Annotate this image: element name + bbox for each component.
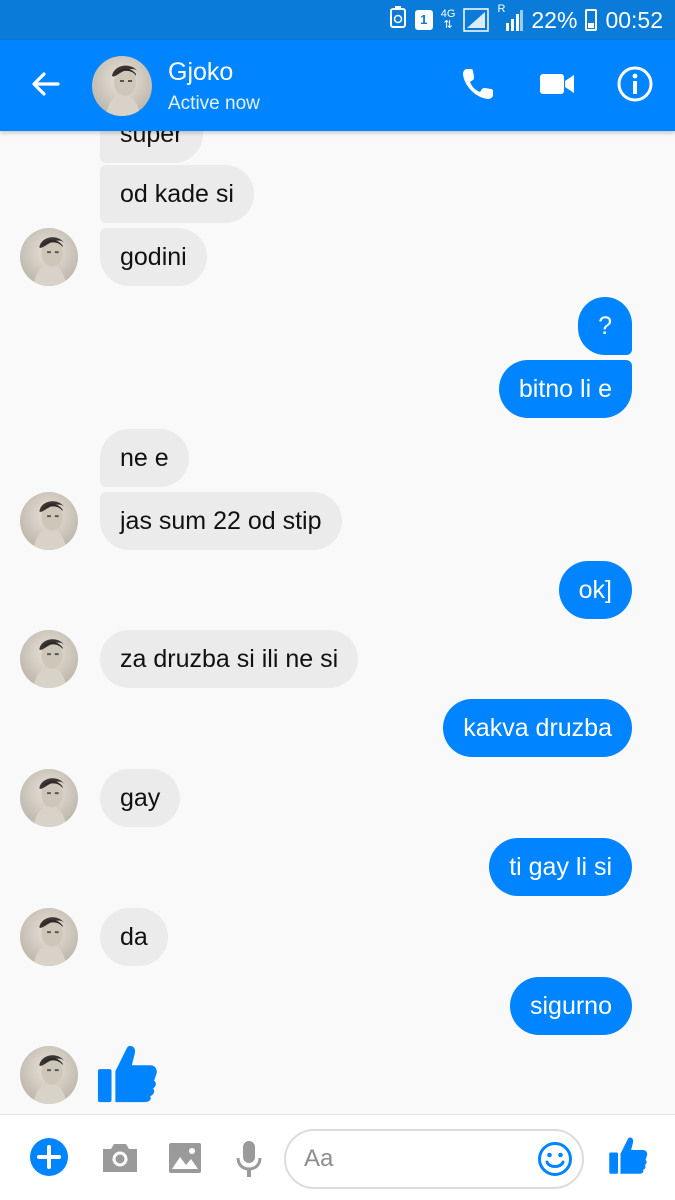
contact-avatar[interactable] (20, 769, 78, 827)
contact-avatar[interactable] (20, 908, 78, 966)
incoming-message[interactable]: super (100, 131, 203, 163)
message-list[interactable]: super od kade si godini ? bitno li e ne … (0, 131, 675, 1114)
contact-avatar[interactable] (92, 56, 152, 116)
thumbs-up-icon[interactable] (608, 1135, 652, 1179)
back-arrow-icon[interactable] (28, 66, 64, 102)
message-input-field[interactable] (284, 1129, 584, 1189)
battery-icon (585, 9, 598, 31)
outgoing-message[interactable]: ok] (558, 561, 632, 619)
phone-icon[interactable] (458, 64, 498, 104)
outgoing-message[interactable]: sigurno (510, 977, 632, 1035)
contact-avatar[interactable] (20, 630, 78, 688)
microphone-icon[interactable] (231, 1137, 273, 1179)
info-icon[interactable] (615, 64, 655, 104)
incoming-message[interactable]: od kade si (100, 165, 254, 223)
status-bar: 1 4G ⇅ R 22% 00:52 (0, 0, 675, 40)
network-type: 4G ⇅ (440, 8, 456, 31)
signal-icon (463, 8, 490, 32)
battery-percent: 22% (531, 6, 578, 33)
incoming-message[interactable]: jas sum 22 od stip (100, 492, 342, 550)
plus-icon[interactable] (29, 1137, 69, 1177)
contact-avatar[interactable] (20, 492, 78, 550)
outgoing-message[interactable]: ti gay li si (489, 838, 632, 896)
incoming-message[interactable]: gay (100, 769, 181, 827)
incoming-message[interactable]: za druzba si ili ne si (100, 630, 359, 688)
contact-avatar[interactable] (20, 1046, 78, 1104)
incoming-message[interactable]: da (100, 908, 168, 966)
contact-status: Active now (168, 93, 260, 114)
battery-saver-icon (389, 6, 407, 34)
video-camera-icon[interactable] (537, 64, 577, 104)
incoming-message[interactable]: godini (100, 228, 207, 286)
clock: 00:52 (605, 6, 663, 33)
camera-icon[interactable] (99, 1137, 141, 1179)
thumbs-up-icon[interactable] (96, 1042, 158, 1104)
outgoing-message[interactable]: ? (578, 297, 632, 355)
message-input[interactable] (304, 1139, 534, 1179)
incoming-message[interactable]: ne e (100, 429, 189, 487)
emoji-icon[interactable] (537, 1141, 573, 1177)
gallery-icon[interactable] (164, 1137, 206, 1179)
message-composer (0, 1114, 675, 1200)
sim-badge: 1 (414, 10, 433, 30)
conversation-header: Gjoko Active now (0, 40, 675, 131)
contact-name[interactable]: Gjoko (168, 58, 233, 87)
roaming-signal-icon: R (497, 3, 524, 31)
contact-avatar[interactable] (20, 228, 78, 286)
outgoing-message[interactable]: kakva druzba (443, 699, 632, 757)
outgoing-message[interactable]: bitno li e (498, 360, 632, 418)
